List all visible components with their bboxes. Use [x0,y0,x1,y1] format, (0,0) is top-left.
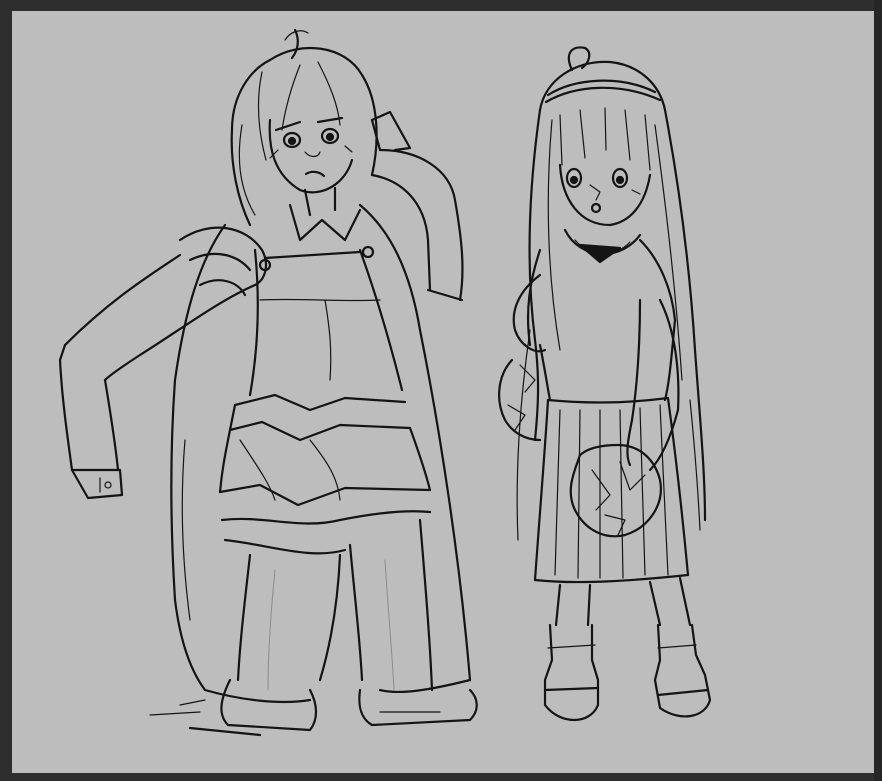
knight-figure [58,28,478,737]
app-window-frame [0,0,882,781]
cheerleader-figure [498,46,712,721]
sketch-artwork [58,28,712,737]
